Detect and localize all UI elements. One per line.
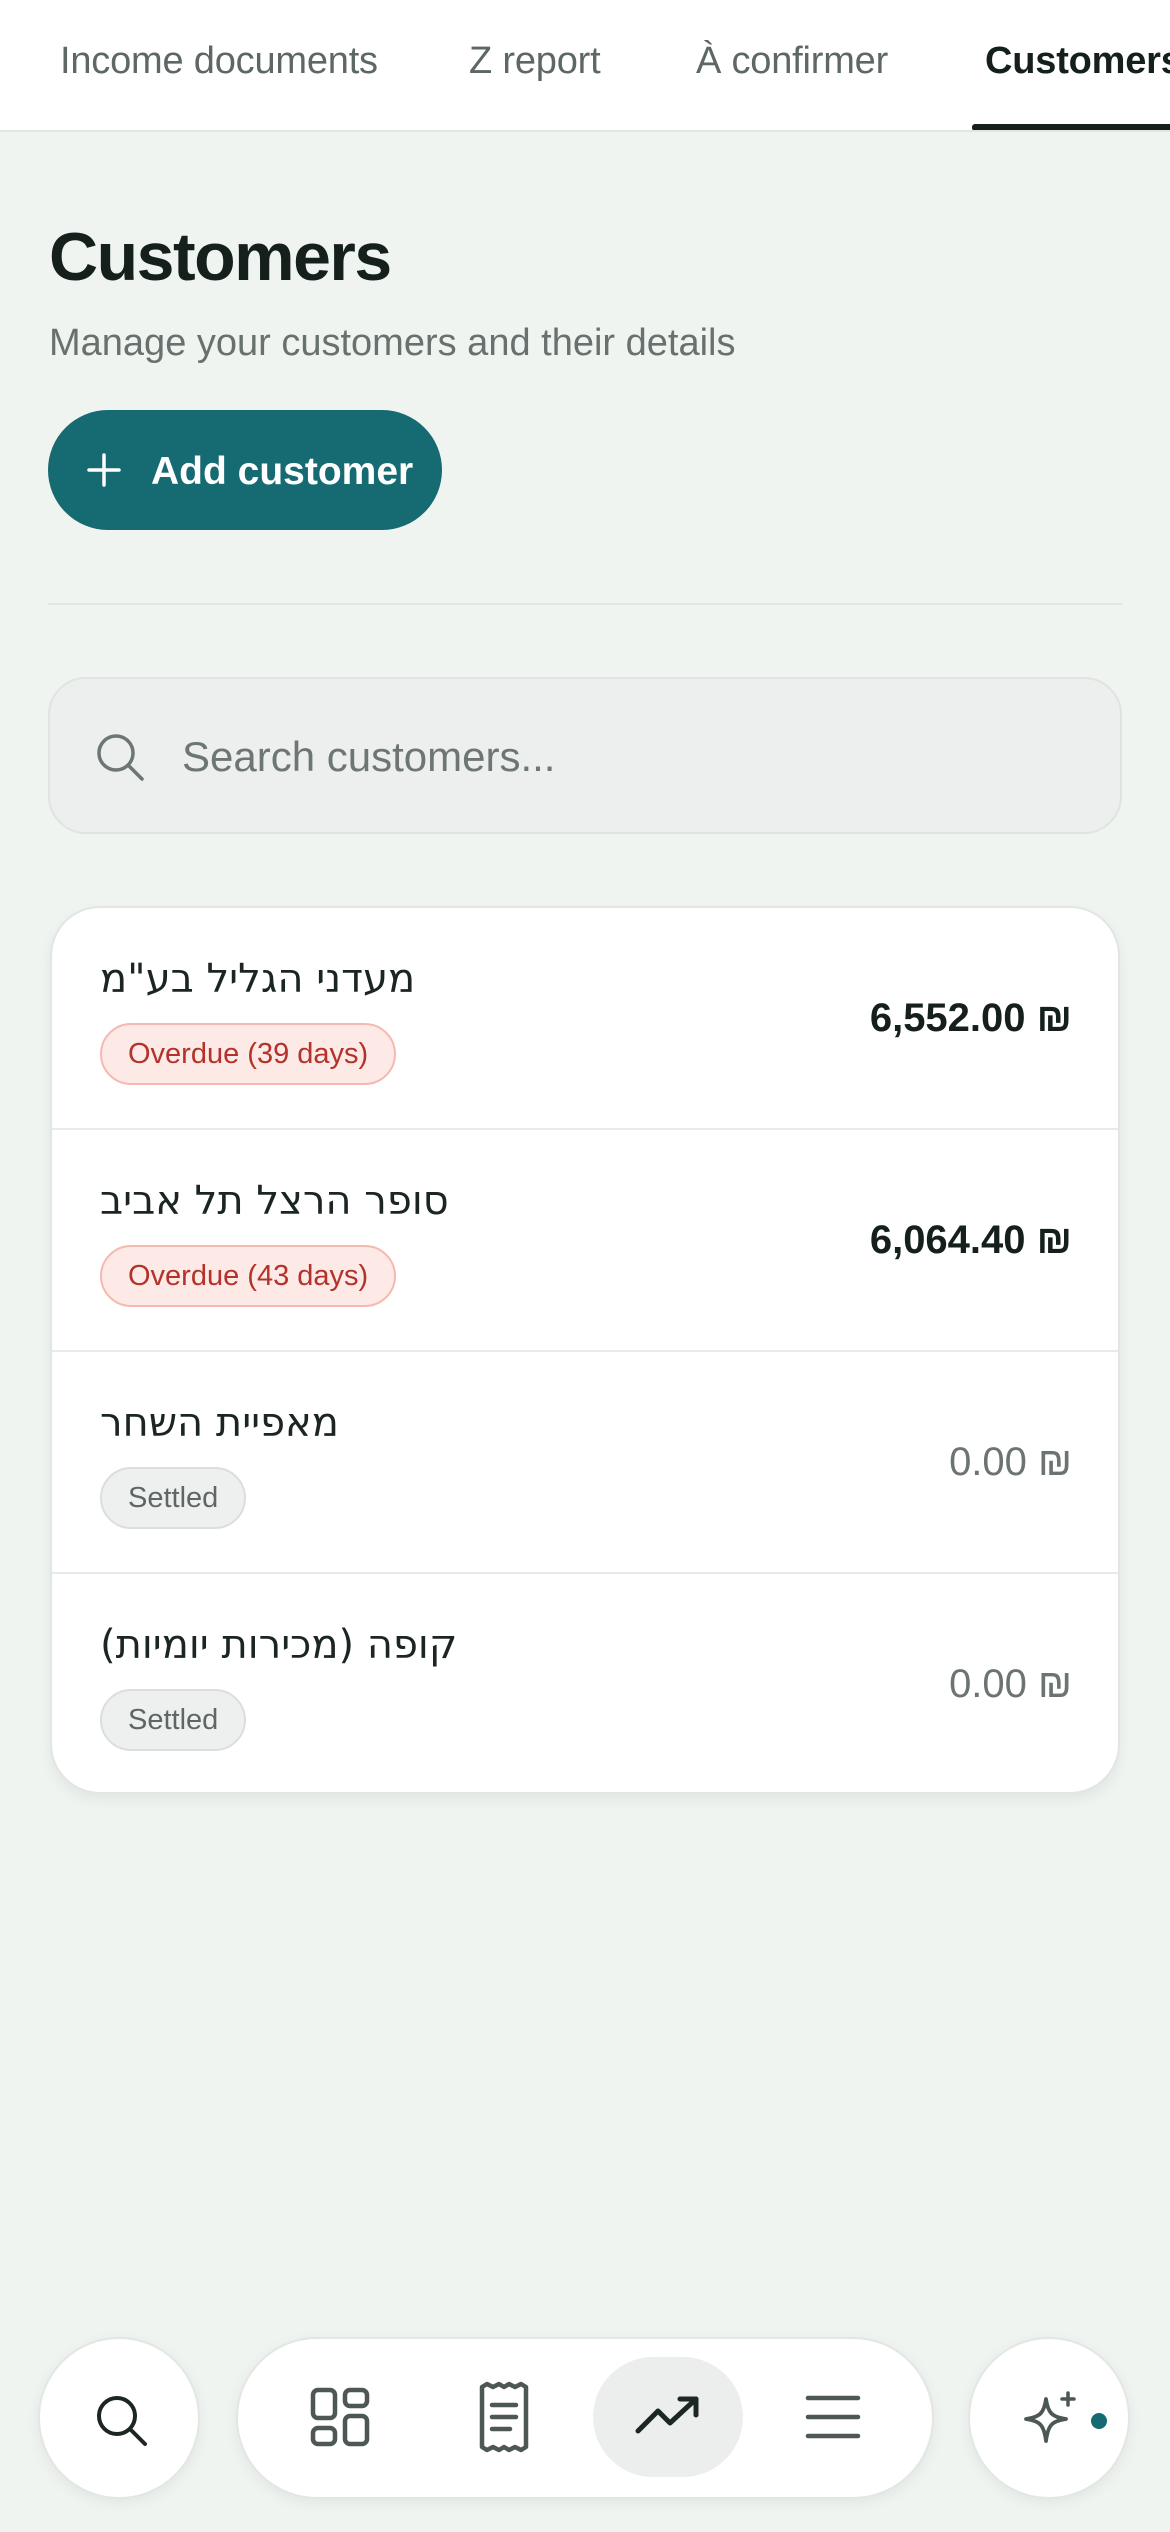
sparkles-icon — [1024, 2391, 1076, 2443]
plus-icon — [87, 453, 121, 487]
status-badge: Settled — [100, 1689, 247, 1751]
menu-icon — [805, 2395, 861, 2439]
status-badge: Overdue (43 days) — [100, 1245, 397, 1307]
customer-name: קופה (מכירות יומיות) — [100, 1622, 458, 1668]
receipt-icon — [479, 2381, 529, 2453]
dashboard-icon — [310, 2387, 370, 2447]
tab-a-confirmer[interactable]: À confirmer — [696, 40, 888, 83]
status-badge: Settled — [100, 1467, 247, 1529]
customer-balance: 6,064.40 ₪ — [869, 1218, 1072, 1262]
nav-menu[interactable] — [783, 2367, 883, 2467]
tab-customers[interactable]: Customers — [985, 40, 1170, 83]
add-customer-label: Add customer — [151, 450, 414, 493]
page-subtitle: Manage your customers and their details — [49, 322, 736, 364]
customer-row[interactable]: מאפיית השחר Settled 0.00 ₪ — [52, 1352, 1118, 1574]
tab-z-report[interactable]: Z report — [469, 40, 601, 83]
top-tab-bar: Income documents Z report À confirmer Cu… — [0, 0, 1170, 132]
active-tab-indicator — [972, 124, 1170, 130]
page-title: Customers — [49, 219, 392, 295]
section-divider — [48, 603, 1122, 605]
customer-balance: 6,552.00 ₪ — [869, 996, 1072, 1040]
customer-name: מעדני הגליל בע"מ — [100, 956, 416, 1002]
customer-name: מאפיית השחר — [100, 1400, 339, 1446]
customer-row[interactable]: קופה (מכירות יומיות) Settled 0.00 ₪ — [52, 1574, 1118, 1792]
add-customer-button[interactable]: Add customer — [48, 410, 442, 530]
tab-income-documents[interactable]: Income documents — [60, 40, 378, 83]
search-icon — [97, 734, 144, 781]
nav-documents[interactable] — [454, 2367, 554, 2467]
nav-dashboard[interactable] — [290, 2367, 390, 2467]
notification-dot — [1089, 2411, 1109, 2431]
search-input[interactable] — [182, 719, 1082, 795]
trending-up-icon — [635, 2396, 699, 2434]
search-icon — [97, 2396, 147, 2446]
bottom-search-button[interactable] — [38, 2337, 200, 2499]
nav-reports[interactable] — [618, 2367, 718, 2467]
customer-row[interactable]: מעדני הגליל בע"מ Overdue (39 days) 6,552… — [52, 908, 1118, 1130]
customer-list: מעדני הגליל בע"מ Overdue (39 days) 6,552… — [50, 906, 1120, 1794]
customer-name: סופר הרצל תל אביב — [100, 1178, 449, 1224]
customer-balance: 0.00 ₪ — [949, 1440, 1072, 1484]
status-badge: Overdue (39 days) — [100, 1023, 397, 1085]
search-bar — [48, 677, 1122, 834]
customer-balance: 0.00 ₪ — [949, 1662, 1072, 1706]
customer-row[interactable]: סופר הרצל תל אביב Overdue (43 days) 6,06… — [52, 1130, 1118, 1352]
